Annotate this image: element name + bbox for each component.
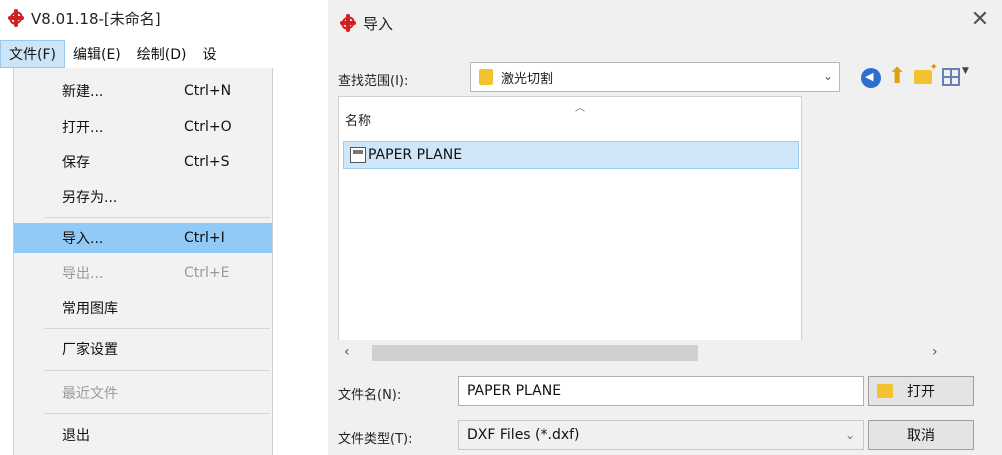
menu-item-label: 最近文件 [62,386,118,402]
menu-separator [44,413,270,414]
column-header-name[interactable]: 名称 [345,110,371,129]
menu-item-new[interactable]: 新建... Ctrl+N [14,76,272,106]
menu-item-label: 另存为... [62,190,118,206]
menu-item-shortcut: Ctrl+O [184,119,232,135]
chevron-down-icon: ⌄ [844,428,855,442]
scroll-right-icon[interactable]: › [932,344,938,360]
app-title: V8.01.18-[未命名] [31,9,161,28]
app-logo-icon [338,13,358,33]
close-icon[interactable]: ✕ [968,8,992,32]
back-icon[interactable] [861,68,881,88]
file-item[interactable]: PAPER PLANE [343,141,799,169]
file-item-label: PAPER PLANE [368,147,463,163]
open-button[interactable]: 打开 [868,376,974,406]
open-folder-icon [877,384,893,398]
menu-item-label: 打开... [62,120,104,136]
file-name-label: 文件名(N): [338,388,402,403]
app-logo-icon [6,8,26,28]
file-type-dropdown[interactable]: DXF Files (*.dxf) ⌄ [458,420,864,450]
menu-draw[interactable]: 绘制(D) [129,40,195,68]
menu-item-label: 新建... [62,84,104,100]
file-name-input[interactable]: PAPER PLANE [458,376,864,406]
chevron-down-icon[interactable]: ▼ [962,66,969,76]
look-in-label: 查找范围(I): [338,74,409,89]
cancel-button-label: 取消 [907,428,935,444]
cancel-button[interactable]: 取消 [868,420,974,450]
chevron-down-icon: ⌄ [822,69,833,83]
new-folder-icon[interactable] [914,62,938,84]
import-dialog: 导入 ✕ 查找范围(I): 激光切割 ⌄ ⬆ ▼ ︿ 名称 PAPER PLAN… [328,0,1002,455]
scroll-left-icon[interactable]: ‹ [344,344,350,360]
scrollbar-thumb[interactable] [372,345,698,361]
menu-item-shortcut: Ctrl+N [184,83,232,99]
horizontal-scrollbar[interactable]: ‹ › [338,340,992,366]
menu-item-shortcut: Ctrl+S [184,154,230,170]
dialog-title: 导入 [363,14,394,33]
menu-edit[interactable]: 编辑(E) [65,40,129,68]
file-menu-dropdown: 新建... Ctrl+N 打开... Ctrl+O 保存 Ctrl+S 另存为.… [13,68,273,455]
menu-item-label: 常用图库 [62,301,118,317]
menu-item-label: 保存 [62,155,90,171]
menu-item-label: 导入... [62,231,104,247]
look-in-value: 激光切割 [501,71,554,87]
file-type-value: DXF Files (*.dxf) [467,427,580,443]
menu-item-open[interactable]: 打开... Ctrl+O [14,112,272,142]
dialog-title-bar: 导入 [338,10,393,36]
file-type-label: 文件类型(T): [338,432,413,447]
menu-file[interactable]: 文件(F) [0,40,65,68]
menubar: 文件(F) 编辑(E) 绘制(D) 设 [0,40,275,68]
menu-item-label: 导出... [62,266,104,282]
menu-item-save[interactable]: 保存 Ctrl+S [14,147,272,177]
menu-item-shortcut: Ctrl+I [184,230,225,246]
menu-item-library[interactable]: 常用图库 [14,293,272,323]
up-folder-icon[interactable]: ⬆ [888,66,910,88]
app-window: V8.01.18-[未命名] 文件(F) 编辑(E) 绘制(D) 设 新建...… [0,0,275,455]
menu-separator [44,370,270,371]
menu-item-save-as[interactable]: 另存为... [14,182,272,212]
open-button-label: 打开 [907,384,935,400]
menu-item-import[interactable]: 导入... Ctrl+I [14,223,272,253]
sort-caret-icon: ︿ [575,103,585,114]
view-menu-icon[interactable] [942,68,960,86]
menu-separator [44,217,270,218]
folder-icon [479,69,493,85]
menu-item-recent-files[interactable]: 最近文件 [14,378,272,408]
menu-item-factory-settings[interactable]: 厂家设置 [14,334,272,364]
menu-item-label: 厂家设置 [62,342,118,358]
menu-item-shortcut: Ctrl+E [184,265,230,281]
menu-separator [44,328,270,329]
menu-settings[interactable]: 设 [194,40,224,68]
menu-item-exit[interactable]: 退出 [14,420,272,450]
file-list[interactable]: ︿ 名称 PAPER PLANE [338,96,802,364]
menu-item-export[interactable]: 导出... Ctrl+E [14,258,272,288]
dxf-file-icon [350,147,366,163]
menu-item-label: 退出 [62,428,90,444]
app-title-bar: V8.01.18-[未命名] [6,6,161,30]
look-in-dropdown[interactable]: 激光切割 ⌄ [470,62,840,92]
